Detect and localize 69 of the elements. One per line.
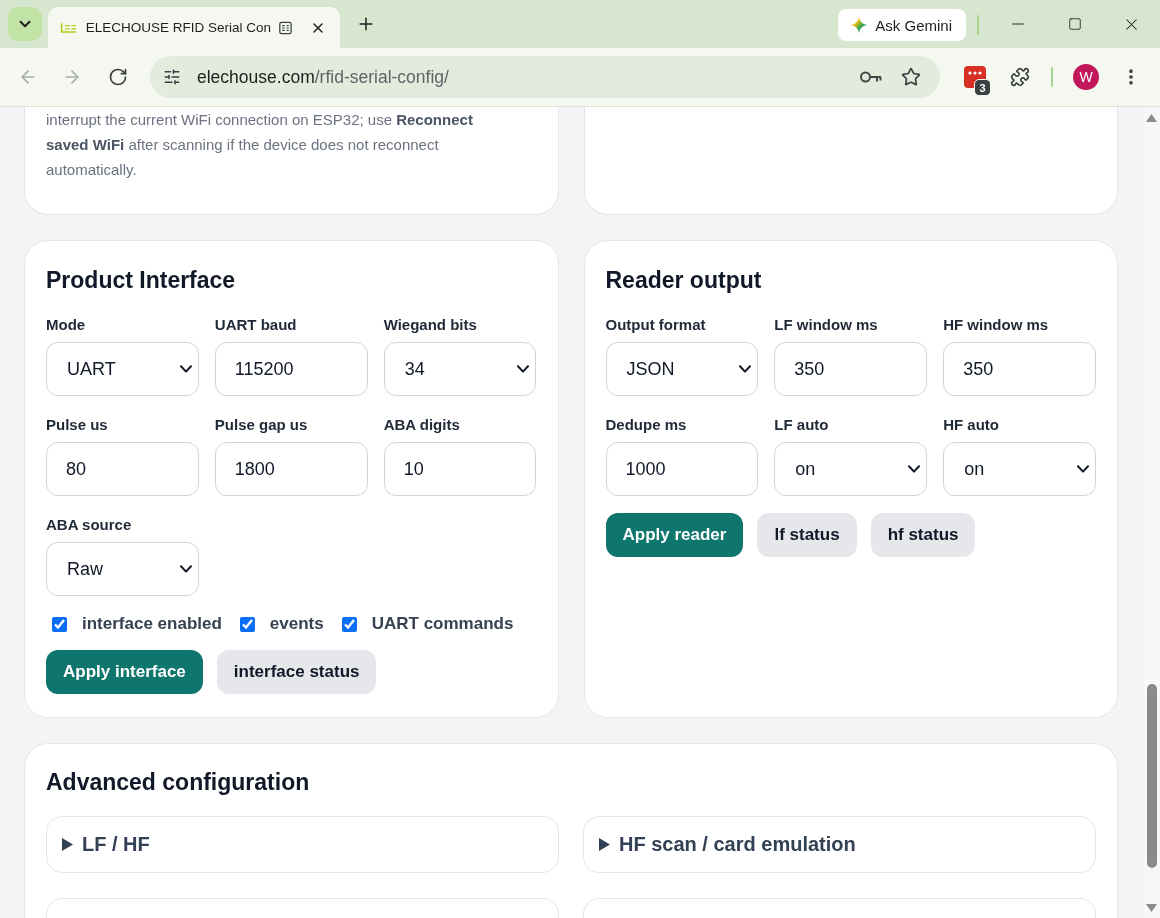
checkbox[interactable] [239, 616, 255, 632]
page-layout-icon[interactable] [279, 19, 292, 36]
sliders-icon[interactable] [163, 68, 181, 86]
status-button[interactable]: hf status [870, 513, 976, 557]
collapsible-section[interactable]: LF / HF [46, 816, 559, 873]
notice-text: interrupt the current WiFi connection on ESP32; use Reconnect saved WiFi after scanning if the device does not reconnect automatically. [46, 110, 474, 180]
puzzle-icon[interactable] [1010, 67, 1030, 87]
field-label: ABA digits [383, 415, 461, 435]
field-label: Dedupe ms [605, 415, 688, 435]
chevron-down-icon [179, 565, 192, 573]
dropdown-select[interactable]: Raw [46, 542, 199, 596]
scrollbar-thumb[interactable] [1146, 684, 1157, 868]
chevron-down-icon [739, 365, 752, 373]
url-text: elechouse.com/rfid-serial-config/ [197, 66, 449, 88]
tab-title: ELECHOUSE RFID Serial Con [85, 20, 272, 35]
count-badge: 3 [974, 79, 991, 96]
input-field[interactable]: 10 [383, 442, 537, 496]
field-label: Output format [605, 315, 707, 335]
field-label: Wiegand bits [383, 315, 478, 335]
chevron-down-icon [908, 465, 921, 473]
chevron-down-icon [1077, 465, 1089, 473]
field-label: UART baud [214, 315, 298, 335]
ask-gemini-button[interactable]: Ask Gemini [838, 9, 966, 41]
status-button[interactable]: interface status [216, 650, 377, 694]
checkbox-label: interface enabled [82, 614, 222, 634]
browser-tab[interactable]: ELECHOUSE RFID Serial Con [48, 7, 340, 48]
tab-search-button[interactable] [8, 7, 42, 41]
star-icon[interactable] [901, 67, 921, 87]
checkbox-label: events [269, 614, 324, 634]
scroll-up-icon[interactable] [1146, 114, 1157, 122]
reload-icon[interactable] [108, 67, 128, 87]
apply-button[interactable]: Apply reader [605, 513, 744, 557]
dropdown-select[interactable]: 34 [383, 342, 537, 396]
collapsible-section[interactable]: HF scan / card emulation [583, 816, 1096, 873]
checkbox[interactable] [52, 616, 67, 632]
input-field[interactable]: 1800 [214, 442, 368, 496]
field-label: LF auto [774, 415, 830, 435]
field-label: ABA source [46, 515, 133, 535]
chevron-down-icon [179, 365, 192, 373]
dropdown-select[interactable]: JSON [605, 342, 759, 396]
section-title: Product Interface [46, 266, 237, 294]
dropdown-select[interactable]: on [774, 442, 928, 496]
profile-avatar[interactable]: W [1073, 64, 1099, 90]
input-field[interactable]: 115200 [214, 342, 368, 396]
dropdown-select[interactable]: UART [46, 342, 199, 396]
scroll-down-icon[interactable] [1146, 904, 1157, 912]
field-label: LF window ms [774, 315, 879, 335]
apply-button[interactable]: Apply interface [46, 650, 203, 694]
field-label: Mode [46, 315, 87, 335]
dropdown-select[interactable]: on [943, 442, 1096, 496]
field-label: HF auto [943, 415, 1000, 435]
maximize-icon[interactable] [1067, 17, 1082, 31]
section-title: Reader output [605, 266, 763, 294]
sparkle-icon [850, 16, 869, 34]
key-icon[interactable] [860, 71, 882, 83]
field-label: HF window ms [943, 315, 1050, 335]
input-field[interactable]: 80 [46, 442, 199, 496]
field-label: Pulse gap us [214, 415, 309, 435]
checkbox[interactable] [341, 616, 357, 632]
input-field[interactable]: 1000 [605, 442, 759, 496]
checkbox-label: UART commands [371, 614, 514, 634]
field-label: Pulse us [46, 415, 109, 435]
status-button[interactable]: lf status [757, 513, 857, 557]
input-field[interactable]: 350 [774, 342, 928, 396]
address-bar[interactable]: elechouse.com/rfid-serial-config/ [150, 56, 940, 98]
chevron-down-icon [517, 365, 530, 373]
favicon-icon [60, 20, 78, 35]
section-title: Advanced configuration [46, 768, 311, 796]
input-field[interactable]: 350 [943, 342, 1096, 396]
